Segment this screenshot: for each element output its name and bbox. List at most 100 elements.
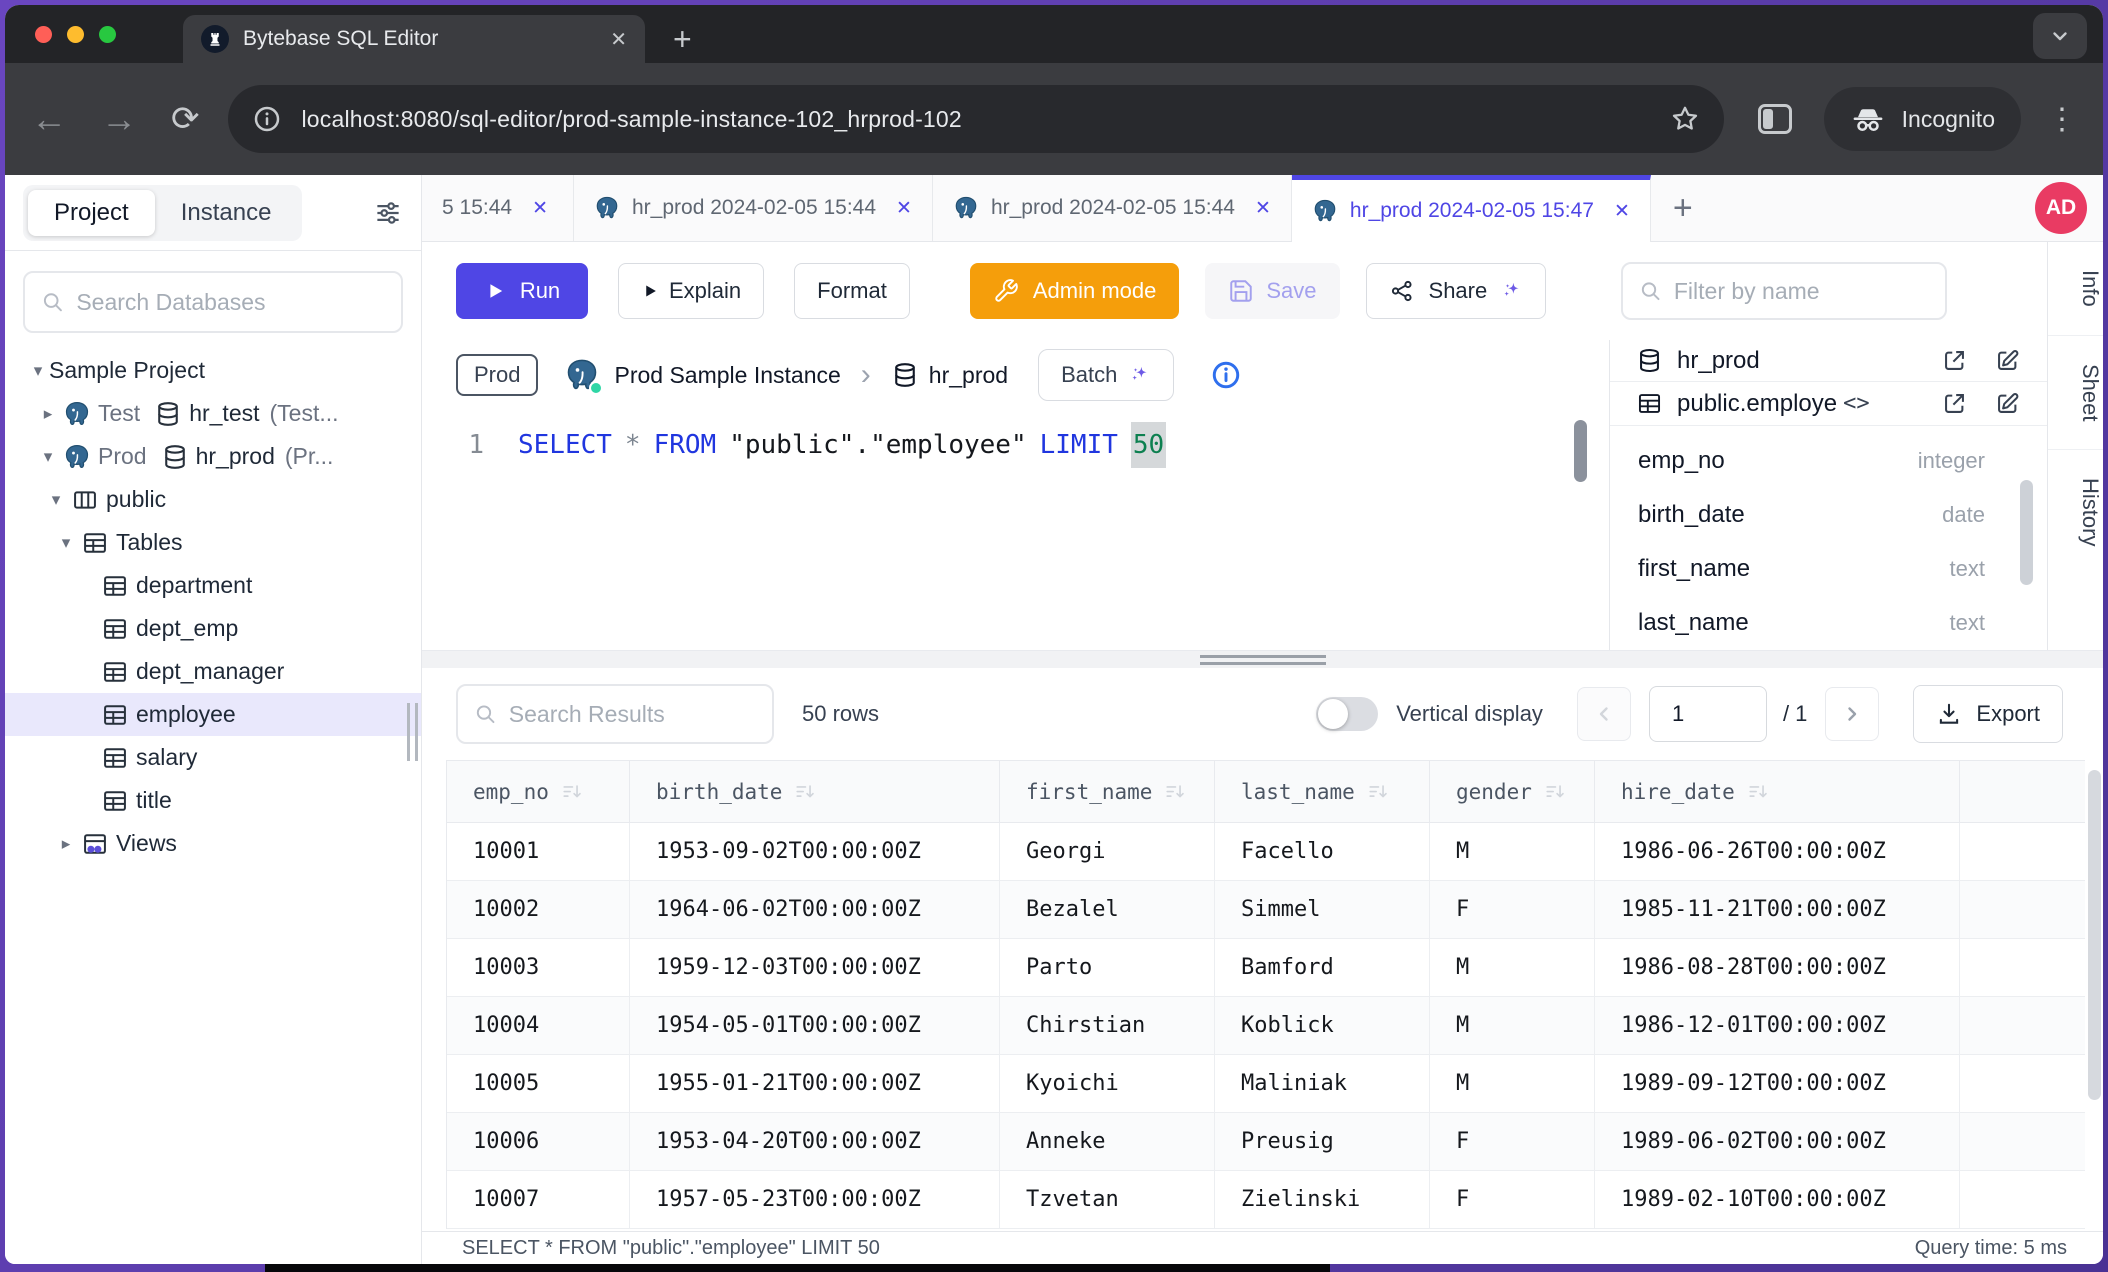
export-button[interactable]: Export: [1913, 685, 2063, 743]
schema-scrollbar[interactable]: [2020, 480, 2033, 585]
caret-down-icon[interactable]: ▾: [27, 361, 49, 381]
close-window-button[interactable]: [35, 26, 52, 43]
editor-tab-3-active[interactable]: hr_prod 2024-02-05 15:47 ✕: [1292, 175, 1651, 242]
reload-icon[interactable]: ⟳: [171, 99, 200, 139]
sliders-icon[interactable]: [373, 198, 403, 228]
tree-item-table-title[interactable]: title: [5, 779, 421, 822]
tab-instance[interactable]: Instance: [155, 190, 298, 236]
admin-mode-button[interactable]: Admin mode: [970, 263, 1180, 319]
rail-tab-info[interactable]: Info: [2048, 242, 2103, 336]
close-tab-icon[interactable]: ✕: [1255, 197, 1271, 220]
save-button[interactable]: Save: [1205, 263, 1339, 319]
info-icon[interactable]: [1210, 359, 1242, 391]
back-icon[interactable]: ←: [31, 101, 67, 137]
browser-tab[interactable]: Bytebase SQL Editor ✕: [183, 15, 645, 63]
rail-tab-history[interactable]: History: [2048, 450, 2103, 574]
database-tree: ▾ Sample Project ▸ Test hr_test (Test...: [5, 343, 421, 865]
forward-icon[interactable]: →: [101, 101, 137, 137]
browser-tab-close-icon[interactable]: ✕: [610, 27, 627, 52]
close-tab-icon[interactable]: ✕: [1614, 200, 1630, 223]
sql-code-area[interactable]: 1 SELECT * FROM "public"."employee" LIMI…: [422, 410, 1609, 650]
sort-icon[interactable]: [1747, 781, 1769, 803]
sidebar-resize-handle[interactable]: [407, 703, 418, 761]
tree-item-views[interactable]: ▸ Views: [5, 822, 421, 865]
url-bar[interactable]: localhost:8080/sql-editor/prod-sample-in…: [228, 85, 1724, 153]
side-panel-icon[interactable]: [1758, 104, 1792, 134]
bookmark-star-icon[interactable]: [1670, 104, 1700, 134]
vertical-display-toggle[interactable]: [1316, 697, 1378, 731]
sort-icon[interactable]: [1164, 781, 1186, 803]
column-header-gender[interactable]: gender: [1430, 761, 1595, 823]
editor-tab-0[interactable]: 5 15:44 ✕: [422, 175, 574, 241]
editor-tab-1[interactable]: hr_prod 2024-02-05 15:44 ✕: [574, 175, 933, 241]
sort-icon[interactable]: [1544, 781, 1566, 803]
column-header-first-name[interactable]: first_name: [1000, 761, 1215, 823]
bytebase-app: Project Instance ▾ Sample Project ▸: [5, 175, 2103, 1264]
caret-down-icon[interactable]: ▾: [45, 490, 67, 510]
avatar[interactable]: AD: [2035, 182, 2087, 234]
close-tab-icon[interactable]: ✕: [896, 197, 912, 220]
share-button[interactable]: Share: [1366, 263, 1547, 319]
ai-sparkle-icon: [1501, 280, 1523, 302]
search-databases-input[interactable]: [76, 289, 385, 316]
caret-right-icon[interactable]: ▸: [55, 834, 77, 854]
sort-icon[interactable]: [561, 781, 583, 803]
caret-right-icon[interactable]: ▸: [37, 404, 59, 424]
editor-tab-2[interactable]: hr_prod 2024-02-05 15:44 ✕: [933, 175, 1292, 241]
column-header-last-name[interactable]: last_name: [1215, 761, 1430, 823]
new-editor-tab-button[interactable]: +: [1673, 189, 1693, 228]
wrench-icon: [993, 278, 1019, 304]
filter-by-name-input[interactable]: [1674, 278, 1929, 305]
tree-item-schema-public[interactable]: ▾ public: [5, 478, 421, 521]
column-header-emp-no[interactable]: emp_no: [447, 761, 630, 823]
browser-menu-icon[interactable]: ⋮: [2047, 102, 2077, 137]
tree-item-table-dept-emp[interactable]: dept_emp: [5, 607, 421, 650]
sort-icon[interactable]: [1367, 781, 1389, 803]
external-link-icon[interactable]: [1941, 390, 1968, 417]
next-page-button[interactable]: [1825, 687, 1879, 741]
column-header-birth-date[interactable]: birth_date: [630, 761, 1000, 823]
tab-search-chevron-button[interactable]: [2033, 13, 2087, 59]
table-icon: [81, 529, 109, 557]
tree-item-table-salary[interactable]: salary: [5, 736, 421, 779]
tree-item-project[interactable]: ▾ Sample Project: [5, 349, 421, 392]
format-button[interactable]: Format: [794, 263, 910, 319]
tree-item-db-hr-prod[interactable]: ▾ Prod hr_prod (Pr...: [5, 435, 421, 478]
table-icon: [101, 658, 129, 686]
edit-icon[interactable]: [1994, 347, 2021, 374]
table-icon: [101, 615, 129, 643]
editor-scrollbar[interactable]: [1574, 420, 1587, 482]
desktop-strip: [265, 1264, 1330, 1272]
tab-project[interactable]: Project: [28, 190, 155, 236]
url-text[interactable]: localhost:8080/sql-editor/prod-sample-in…: [302, 106, 1658, 133]
tree-item-table-department[interactable]: department: [5, 564, 421, 607]
column-header-hire-date[interactable]: hire_date: [1595, 761, 1960, 823]
caret-down-icon[interactable]: ▾: [55, 533, 77, 553]
site-info-icon[interactable]: [252, 104, 282, 134]
search-results-input[interactable]: [509, 701, 756, 728]
sort-icon[interactable]: [794, 781, 816, 803]
divider-drag-handle[interactable]: [1200, 655, 1326, 669]
database-name[interactable]: hr_prod: [929, 362, 1008, 389]
code-icon[interactable]: <>: [1843, 391, 1870, 416]
batch-button[interactable]: Batch: [1038, 349, 1174, 401]
new-browser-tab-button[interactable]: +: [673, 19, 692, 59]
caret-down-icon[interactable]: ▾: [37, 447, 59, 467]
tree-item-db-hr-test[interactable]: ▸ Test hr_test (Test...: [5, 392, 421, 435]
minimize-window-button[interactable]: [67, 26, 84, 43]
close-tab-icon[interactable]: ✕: [532, 197, 548, 220]
instance-name[interactable]: Prod Sample Instance: [614, 362, 840, 389]
external-link-icon[interactable]: [1941, 347, 1968, 374]
explain-button[interactable]: Explain: [618, 263, 764, 319]
tree-item-tables[interactable]: ▾ Tables: [5, 521, 421, 564]
page-number-input[interactable]: [1649, 686, 1767, 742]
prev-page-button[interactable]: [1577, 687, 1631, 741]
results-scrollbar[interactable]: [2088, 770, 2101, 1100]
tree-item-table-dept-manager[interactable]: dept_manager: [5, 650, 421, 693]
rail-tab-sheet[interactable]: Sheet: [2048, 336, 2103, 451]
maximize-window-button[interactable]: [99, 26, 116, 43]
database-icon: [154, 400, 182, 428]
tree-item-table-employee-selected[interactable]: employee: [5, 693, 421, 736]
run-button[interactable]: Run: [456, 263, 588, 319]
edit-icon[interactable]: [1994, 390, 2021, 417]
